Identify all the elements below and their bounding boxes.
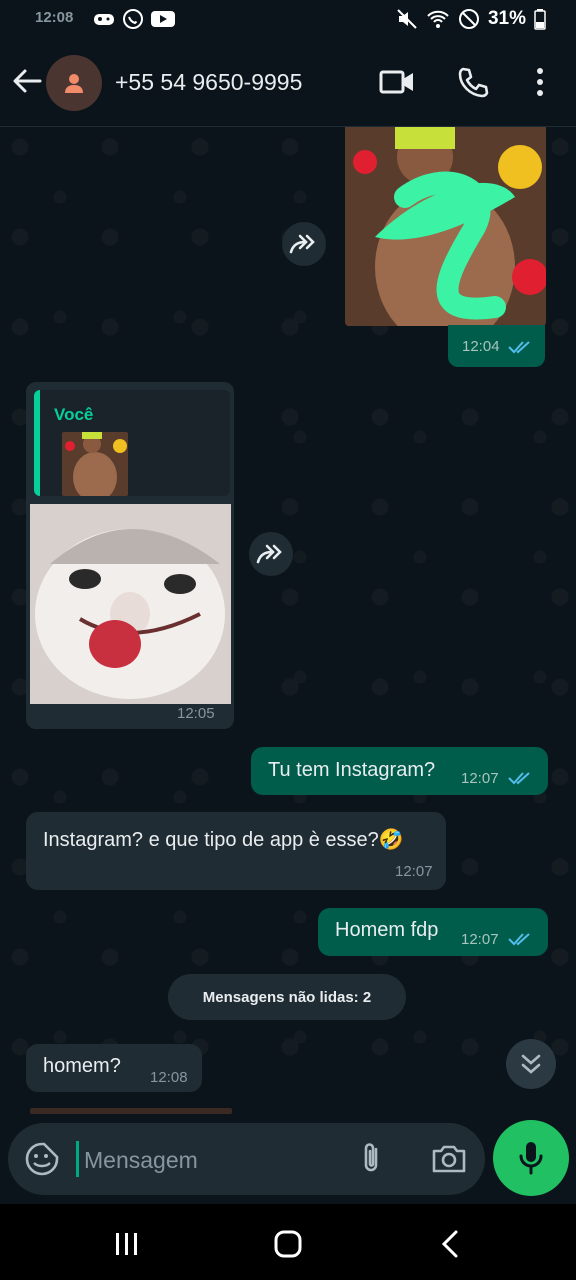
camera-button[interactable] [430, 1141, 468, 1177]
photo-time-bar: 12:04 [448, 325, 545, 367]
status-time: 12:08 [35, 9, 74, 26]
avatar[interactable] [46, 55, 102, 111]
quoted-author: Você [54, 405, 94, 424]
voice-call-button[interactable] [453, 62, 493, 102]
received-media-message[interactable]: Você 12:05 [26, 382, 234, 729]
double-check-icon [508, 341, 530, 354]
chevron-left-icon [441, 1230, 458, 1258]
attach-button[interactable] [354, 1141, 390, 1177]
whatsapp-icon [123, 9, 143, 29]
gamepad-icon [94, 14, 114, 25]
chat-area[interactable]: 12:04 Você 12:05 Tu tem Instagram? 12:07… [0, 127, 576, 1120]
message-time: 12:07 [461, 931, 499, 948]
video-call-button[interactable] [377, 62, 417, 102]
received-message[interactable]: Instagram? e que tipo de app è esse?🤣 12… [26, 812, 446, 890]
forward-icon [256, 544, 282, 564]
message-time: 12:07 [395, 863, 433, 880]
home-button[interactable] [268, 1224, 308, 1264]
recent-apps-button[interactable] [107, 1224, 147, 1264]
microphone-icon [519, 1142, 543, 1175]
unread-divider: Mensagens não lidas: 2 [168, 974, 406, 1020]
double-check-icon [508, 772, 530, 785]
system-nav-bar [0, 1204, 576, 1280]
text-cursor [76, 1141, 79, 1177]
message-input[interactable] [82, 1137, 346, 1183]
received-message[interactable]: homem? 12:08 [26, 1044, 202, 1092]
back-nav-button[interactable] [430, 1224, 470, 1264]
do-not-disturb-icon [458, 9, 479, 29]
sent-message[interactable]: Homem fdp 12:07 [318, 908, 548, 956]
recent-apps-icon [116, 1233, 137, 1255]
home-icon [274, 1230, 302, 1258]
incoming-media-preview [30, 1108, 232, 1114]
scroll-to-bottom-button[interactable] [506, 1039, 556, 1089]
sticker-icon [25, 1142, 59, 1176]
emoji-button[interactable] [24, 1141, 60, 1177]
battery-icon [534, 9, 546, 30]
video-camera-icon [379, 70, 413, 94]
sent-photo[interactable] [345, 127, 546, 326]
wifi-icon [427, 10, 449, 28]
chevron-double-down-icon [521, 1054, 541, 1074]
battery-percent: 31% [487, 8, 526, 29]
sent-message[interactable]: Tu tem Instagram? 12:07 [251, 747, 548, 795]
message-time: 12:04 [462, 338, 500, 355]
message-text: Homem fdp [335, 919, 439, 941]
quoted-thumbnail [62, 432, 128, 496]
forward-button[interactable] [282, 222, 326, 266]
more-options-button[interactable] [520, 62, 560, 102]
composer [8, 1123, 485, 1195]
back-button[interactable] [10, 64, 44, 98]
double-check-icon [508, 933, 530, 946]
quoted-message[interactable]: Você [34, 390, 230, 496]
more-vertical-icon [537, 68, 543, 96]
forward-button[interactable] [249, 532, 293, 576]
forward-icon [289, 234, 315, 254]
paperclip-icon [364, 1143, 378, 1172]
contact-name[interactable]: +55 54 9650-9995 [115, 69, 302, 96]
phone-icon [458, 67, 489, 98]
arrow-left-icon [13, 69, 42, 93]
youtube-icon [151, 11, 175, 27]
message-text: Tu tem Instagram? [268, 759, 436, 781]
message-time: 12:07 [461, 770, 499, 787]
message-text: homem? [43, 1055, 121, 1077]
voice-message-button[interactable] [493, 1120, 569, 1196]
chat-header: +55 54 9650-9995 [0, 40, 576, 127]
person-icon [65, 74, 83, 93]
message-time: 12:08 [150, 1069, 188, 1086]
status-bar: 12:08 31% [0, 0, 576, 40]
mute-icon [397, 9, 417, 29]
camera-icon [432, 1145, 466, 1173]
message-text: Instagram? e que tipo de app è esse?🤣 [43, 829, 404, 851]
message-time: 12:05 [177, 705, 215, 722]
lizard-image[interactable] [30, 504, 231, 704]
status-notification-icons [92, 8, 176, 30]
